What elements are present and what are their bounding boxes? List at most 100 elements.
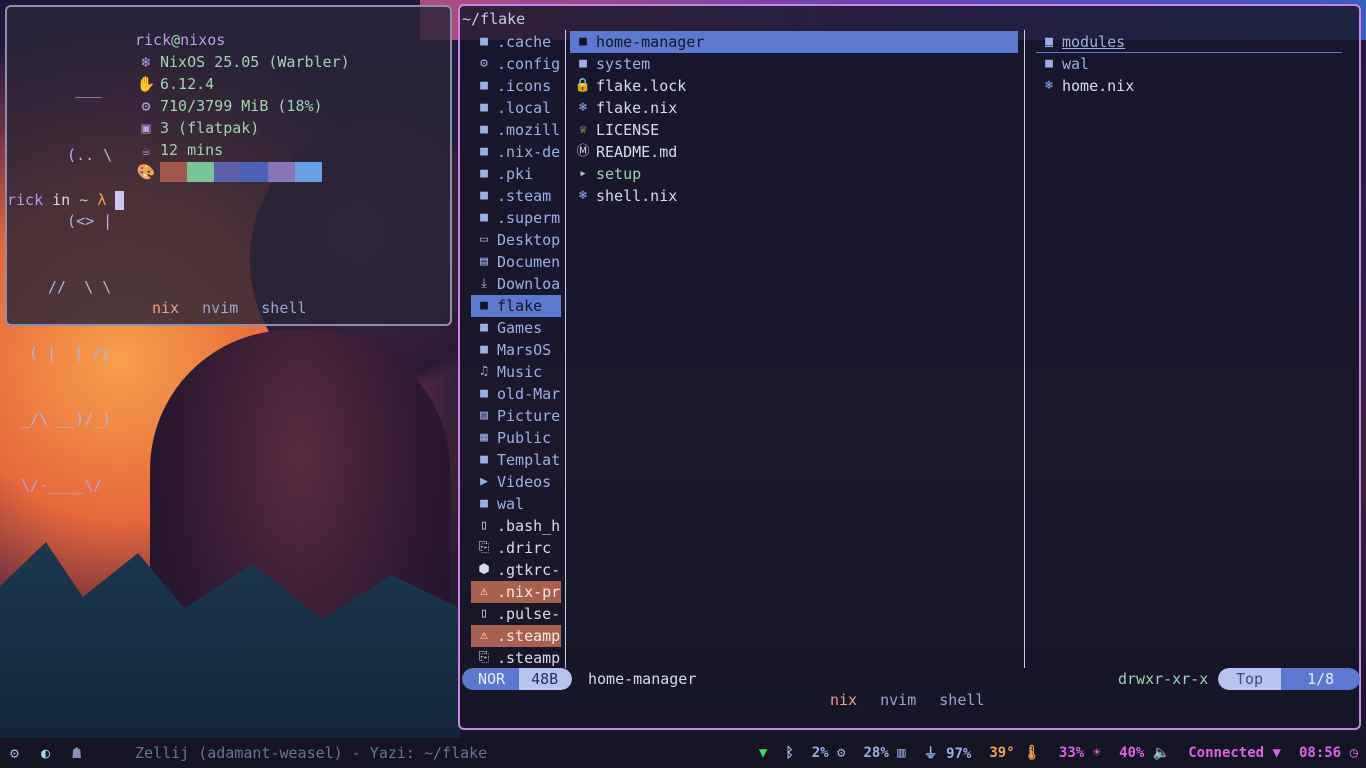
list-item[interactable]: ⎘ .steamp (471, 647, 561, 669)
volume-widget[interactable]: 40% 🔈 (1119, 745, 1170, 761)
text-cursor (115, 191, 125, 210)
list-item[interactable]: ■ .steam (471, 185, 561, 207)
item-label: flake.lock (596, 77, 687, 95)
tab-shell[interactable]: shell (939, 691, 984, 709)
temperature-widget[interactable]: 39° 🌡 (989, 745, 1041, 761)
shell-prompt[interactable]: rick in ~ λ (7, 190, 125, 210)
folder-icon: ■ (480, 188, 488, 203)
list-item[interactable]: ⚙ .config (471, 53, 561, 75)
cpu-widget[interactable]: 2% ⚙ (812, 745, 846, 761)
list-item[interactable]: ♫ Music (471, 361, 561, 383)
tab-nvim[interactable]: nvim (202, 299, 238, 317)
item-label: Documen (497, 253, 561, 271)
color-swatch (160, 162, 187, 182)
folder-icon: ■ (480, 342, 488, 357)
wifi-signal-icon: ▼ (1272, 745, 1281, 761)
tab-shell[interactable]: shell (261, 299, 306, 317)
cpu-icon: ⚙ (837, 745, 846, 761)
list-item[interactable]: ▸ setup (570, 163, 1018, 185)
license-icon: ♕ (579, 122, 587, 137)
tab-nvim[interactable]: nvim (880, 691, 916, 709)
list-item[interactable]: ▭ Desktop (471, 229, 561, 251)
volume-value: 40% (1119, 745, 1145, 761)
bluetooth-off-icon[interactable]: ᛒ (785, 745, 793, 761)
snowflake-icon: ❄ (141, 53, 151, 71)
list-item[interactable]: ■ .local (471, 97, 561, 119)
item-label: setup (596, 165, 642, 183)
folder-icon: ■ (480, 34, 488, 49)
list-item[interactable]: ⚠ .steamp (471, 625, 561, 647)
memory-chip-icon: ⚙ (141, 97, 151, 115)
list-item-selected[interactable]: ■ flake (471, 295, 561, 317)
list-item[interactable]: ▯ .bash_h (471, 515, 561, 537)
list-item[interactable]: ■ .mozill (471, 119, 561, 141)
list-item[interactable]: ■ old-Mar (471, 383, 561, 405)
list-item[interactable]: ⤓ Downloa (471, 273, 561, 295)
prompt-user: rick (7, 191, 44, 209)
battery-widget[interactable]: ⏚ 97% (924, 743, 972, 763)
list-item[interactable]: ■ .nix-de (471, 141, 561, 163)
list-item[interactable]: Ⓜ README.md (570, 141, 1018, 163)
list-item[interactable]: ■ Games (471, 317, 561, 339)
list-item[interactable]: ■ .cache (471, 31, 561, 53)
folder-icon: ■ (480, 386, 488, 401)
item-label: .mozill (497, 121, 561, 139)
pacman-icon[interactable]: ◐ (41, 744, 50, 762)
list-item[interactable]: ■ wal (1036, 53, 1342, 75)
list-item[interactable]: ⎘ .drirc (471, 537, 561, 559)
terminal-window[interactable]: ___ (.. \ (<> | // \ \ ( | | /| _/\ __)/… (5, 5, 452, 494)
list-item[interactable]: ▶ Videos (471, 471, 561, 493)
document-icon: ▤ (480, 254, 488, 269)
list-item[interactable]: ▯ .pulse- (471, 603, 561, 625)
list-item[interactable]: ❄ shell.nix (570, 185, 1018, 207)
nix-icon: ❄ (579, 188, 587, 203)
item-label: Music (497, 363, 543, 381)
tab-nix[interactable]: nix (152, 299, 179, 317)
settings-gear-icon[interactable]: ⚙ (10, 744, 19, 762)
nix-icon: ❄ (1045, 78, 1053, 93)
network-widget[interactable]: Connected ▼ (1188, 745, 1281, 761)
list-item[interactable]: ■ .pki (471, 163, 561, 185)
zellij-tab-bar: nix nvim shell (830, 691, 998, 709)
list-item[interactable]: ❄ home.nix (1036, 75, 1342, 97)
list-item[interactable]: 🔒 flake.lock (570, 75, 1018, 97)
memory-usage: 28% (863, 745, 889, 761)
list-item[interactable]: ❄ flake.nix (570, 97, 1018, 119)
list-item[interactable]: ⬢ .gtkrc- (471, 559, 561, 581)
brightness-widget[interactable]: 33% ☀ (1059, 745, 1101, 761)
speaker-icon: 🔈 (1152, 745, 1171, 761)
permissions: drwxr-xr-x (1118, 670, 1209, 688)
current-pane: ■ home-manager ■ system 🔒 flake.lock ❄ flake… (570, 31, 1018, 207)
item-label: .steam (497, 187, 552, 205)
list-item[interactable]: ♕ LICENSE (570, 119, 1018, 141)
headphones-icon: ♫ (480, 364, 488, 379)
memory-widget[interactable]: 28% ▥ (863, 745, 905, 761)
tab-nix[interactable]: nix (830, 691, 857, 709)
item-label: .gtkrc- (497, 561, 561, 579)
wifi-icon[interactable]: ▼ (759, 745, 767, 761)
yazi-window[interactable]: ~/flake ■ .cache ⚙ .config ■ .icons ■ .local… (458, 4, 1361, 730)
network-status: Connected (1188, 745, 1265, 761)
list-item[interactable]: ■ .superm (471, 207, 561, 229)
ghost-icon[interactable]: ☗ (72, 744, 81, 762)
list-item[interactable]: ▤ Documen (471, 251, 561, 273)
clock-widget[interactable]: 08:56 ◷ (1299, 745, 1358, 761)
folder-icon: ■ (480, 166, 488, 181)
clock-time: 08:56 (1298, 745, 1342, 761)
list-item[interactable]: ▦ Public (471, 427, 561, 449)
list-item[interactable]: ■ modules (1036, 31, 1342, 53)
color-swatch (241, 162, 268, 182)
size-label: 48B (519, 668, 573, 690)
list-item[interactable]: ▨ Picture (471, 405, 561, 427)
brightness-value: 33% (1058, 745, 1085, 761)
list-item[interactable]: ■ system (570, 53, 1018, 75)
item-label: wal (1062, 55, 1090, 73)
list-item[interactable]: ■ MarsOS (471, 339, 561, 361)
item-label: Videos (497, 473, 552, 491)
list-item[interactable]: ⚠ .nix-pr (471, 581, 561, 603)
list-item-selected[interactable]: ■ home-manager (570, 31, 1018, 53)
list-item[interactable]: ■ Templat (471, 449, 561, 471)
window-title: Zellij (adamant-weasel) - Yazi: ~/flake (135, 744, 488, 762)
list-item[interactable]: ■ wal (471, 493, 561, 515)
list-item[interactable]: ■ .icons (471, 75, 561, 97)
